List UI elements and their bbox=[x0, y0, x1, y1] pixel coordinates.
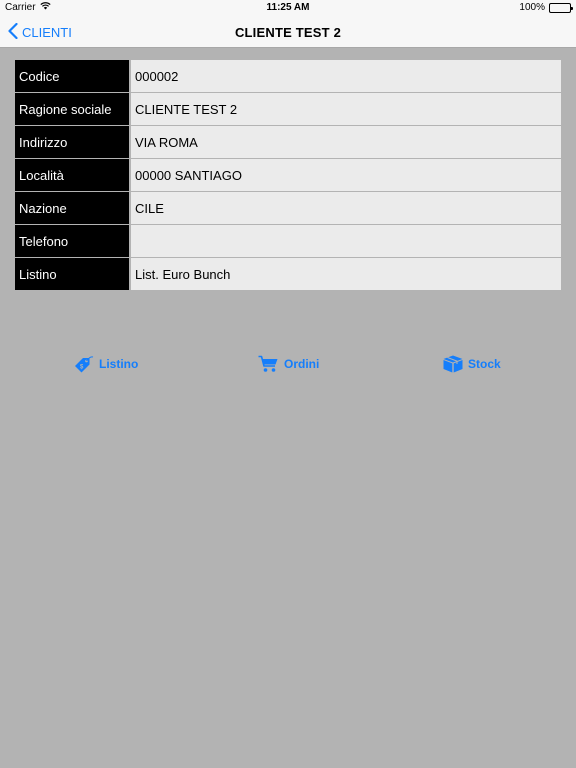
page-title: CLIENTE TEST 2 bbox=[234, 25, 342, 40]
listino-button[interactable]: $ Listino bbox=[73, 352, 138, 376]
listino-button-label: Listino bbox=[99, 357, 139, 371]
detail-label: Località bbox=[15, 159, 130, 191]
stock-button[interactable]: Stock bbox=[443, 352, 501, 376]
detail-row-indirizzo: Indirizzo VIA ROMA bbox=[15, 126, 561, 159]
detail-row-nazione: Nazione CILE bbox=[15, 192, 561, 225]
detail-row-telefono: Telefono bbox=[15, 225, 561, 258]
battery-percentage: 100% bbox=[519, 2, 545, 13]
ordini-button[interactable]: Ordini bbox=[258, 352, 319, 376]
action-bar: $ Listino Ordini Stock bbox=[0, 352, 576, 376]
detail-value: CLIENTE TEST 2 bbox=[131, 93, 561, 125]
detail-label: Telefono bbox=[15, 225, 130, 257]
detail-row-listino: Listino List. Euro Bunch bbox=[15, 258, 561, 291]
stock-button-label: Stock bbox=[468, 357, 501, 371]
detail-value bbox=[131, 225, 561, 257]
client-detail-table: Codice 000002 Ragione sociale CLIENTE TE… bbox=[15, 60, 561, 291]
status-right: 100% bbox=[519, 2, 573, 13]
detail-row-localita: Località 00000 SANTIAGO bbox=[15, 159, 561, 192]
detail-value: 000002 bbox=[131, 60, 561, 92]
detail-row-codice: Codice 000002 bbox=[15, 60, 561, 93]
detail-label: Nazione bbox=[15, 192, 130, 224]
price-tag-icon: $ bbox=[73, 355, 94, 373]
detail-label: Ragione sociale bbox=[15, 93, 130, 125]
detail-label: Listino bbox=[15, 258, 130, 290]
navigation-bar: CLIENTI CLIENTE TEST 2 bbox=[0, 16, 576, 48]
battery-icon bbox=[549, 2, 573, 13]
status-bar: Carrier 11:25 AM 100% bbox=[0, 0, 576, 16]
detail-label: Codice bbox=[15, 60, 130, 92]
detail-row-ragione-sociale: Ragione sociale CLIENTE TEST 2 bbox=[15, 93, 561, 126]
detail-value: VIA ROMA bbox=[131, 126, 561, 158]
cart-icon bbox=[258, 355, 279, 373]
detail-value: CILE bbox=[131, 192, 561, 224]
status-time: 11:25 AM bbox=[266, 2, 310, 13]
detail-value: 00000 SANTIAGO bbox=[131, 159, 561, 191]
box-icon bbox=[443, 355, 463, 373]
ordini-button-label: Ordini bbox=[284, 357, 320, 371]
detail-value: List. Euro Bunch bbox=[131, 258, 561, 290]
detail-label: Indirizzo bbox=[15, 126, 130, 158]
